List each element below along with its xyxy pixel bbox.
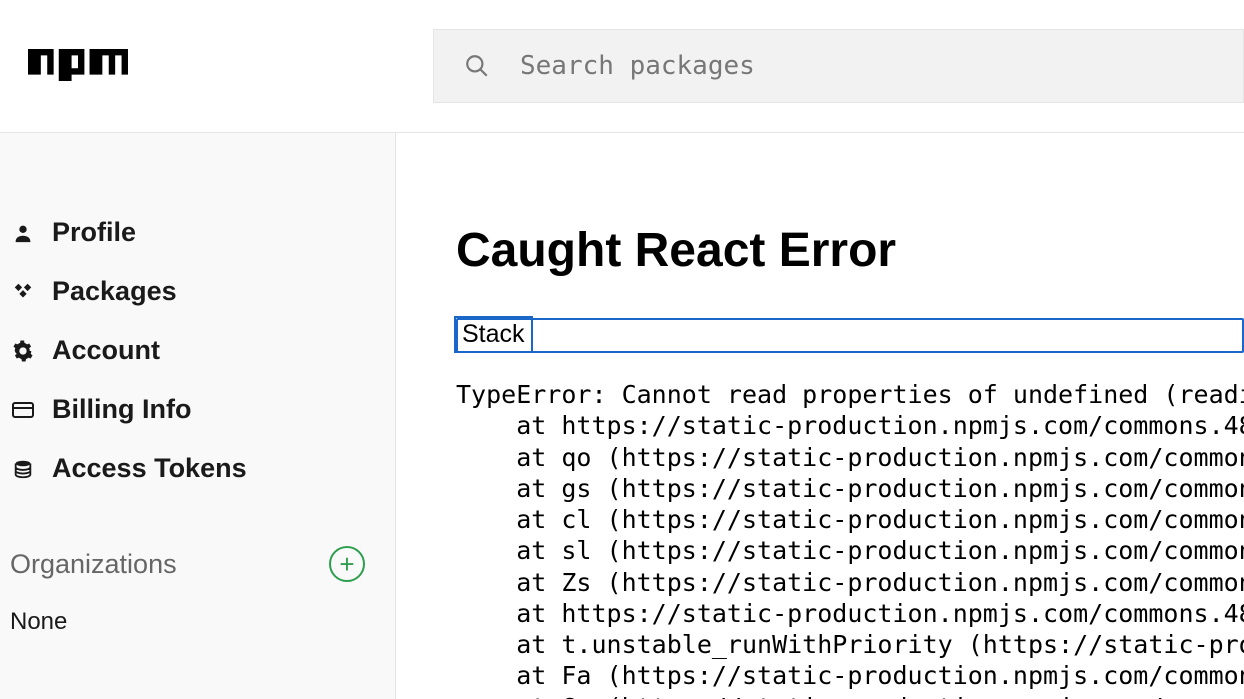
packages-icon	[10, 279, 36, 305]
user-icon	[10, 220, 36, 246]
error-title: Caught React Error	[456, 223, 1244, 278]
search-input[interactable]	[520, 51, 1243, 81]
sidebar-item-label: Profile	[52, 217, 136, 248]
stack-details[interactable]: Stack	[456, 318, 1244, 353]
plus-icon: +	[339, 549, 354, 579]
sidebar-item-label: Packages	[52, 276, 177, 307]
search-icon	[464, 53, 490, 79]
sidebar-item-label: Account	[52, 335, 160, 366]
sidebar-item-label: Billing Info	[52, 394, 191, 425]
sidebar-item-profile[interactable]: Profile	[10, 203, 385, 262]
main-content: Caught React Error Stack TypeError: Cann…	[396, 133, 1244, 699]
coins-icon	[10, 456, 36, 482]
sidebar-item-billing[interactable]: Billing Info	[10, 380, 385, 439]
stack-summary[interactable]: Stack	[456, 318, 531, 351]
sidebar-item-tokens[interactable]: Access Tokens	[10, 439, 385, 498]
stack-trace: TypeError: Cannot read properties of und…	[456, 379, 1244, 699]
sidebar-item-packages[interactable]: Packages	[10, 262, 385, 321]
sidebar: Profile Packages Account Billing Info Ac…	[0, 133, 396, 699]
stack-label: Stack	[462, 320, 525, 348]
sidebar-item-account[interactable]: Account	[10, 321, 385, 380]
credit-card-icon	[10, 397, 36, 423]
organizations-none: None	[10, 608, 385, 636]
organizations-heading: Organizations	[10, 549, 177, 580]
add-organization-button[interactable]: +	[329, 546, 365, 582]
gear-icon	[10, 338, 36, 364]
sidebar-item-label: Access Tokens	[52, 453, 247, 484]
npm-logo[interactable]	[28, 49, 128, 83]
search-bar	[433, 29, 1244, 103]
